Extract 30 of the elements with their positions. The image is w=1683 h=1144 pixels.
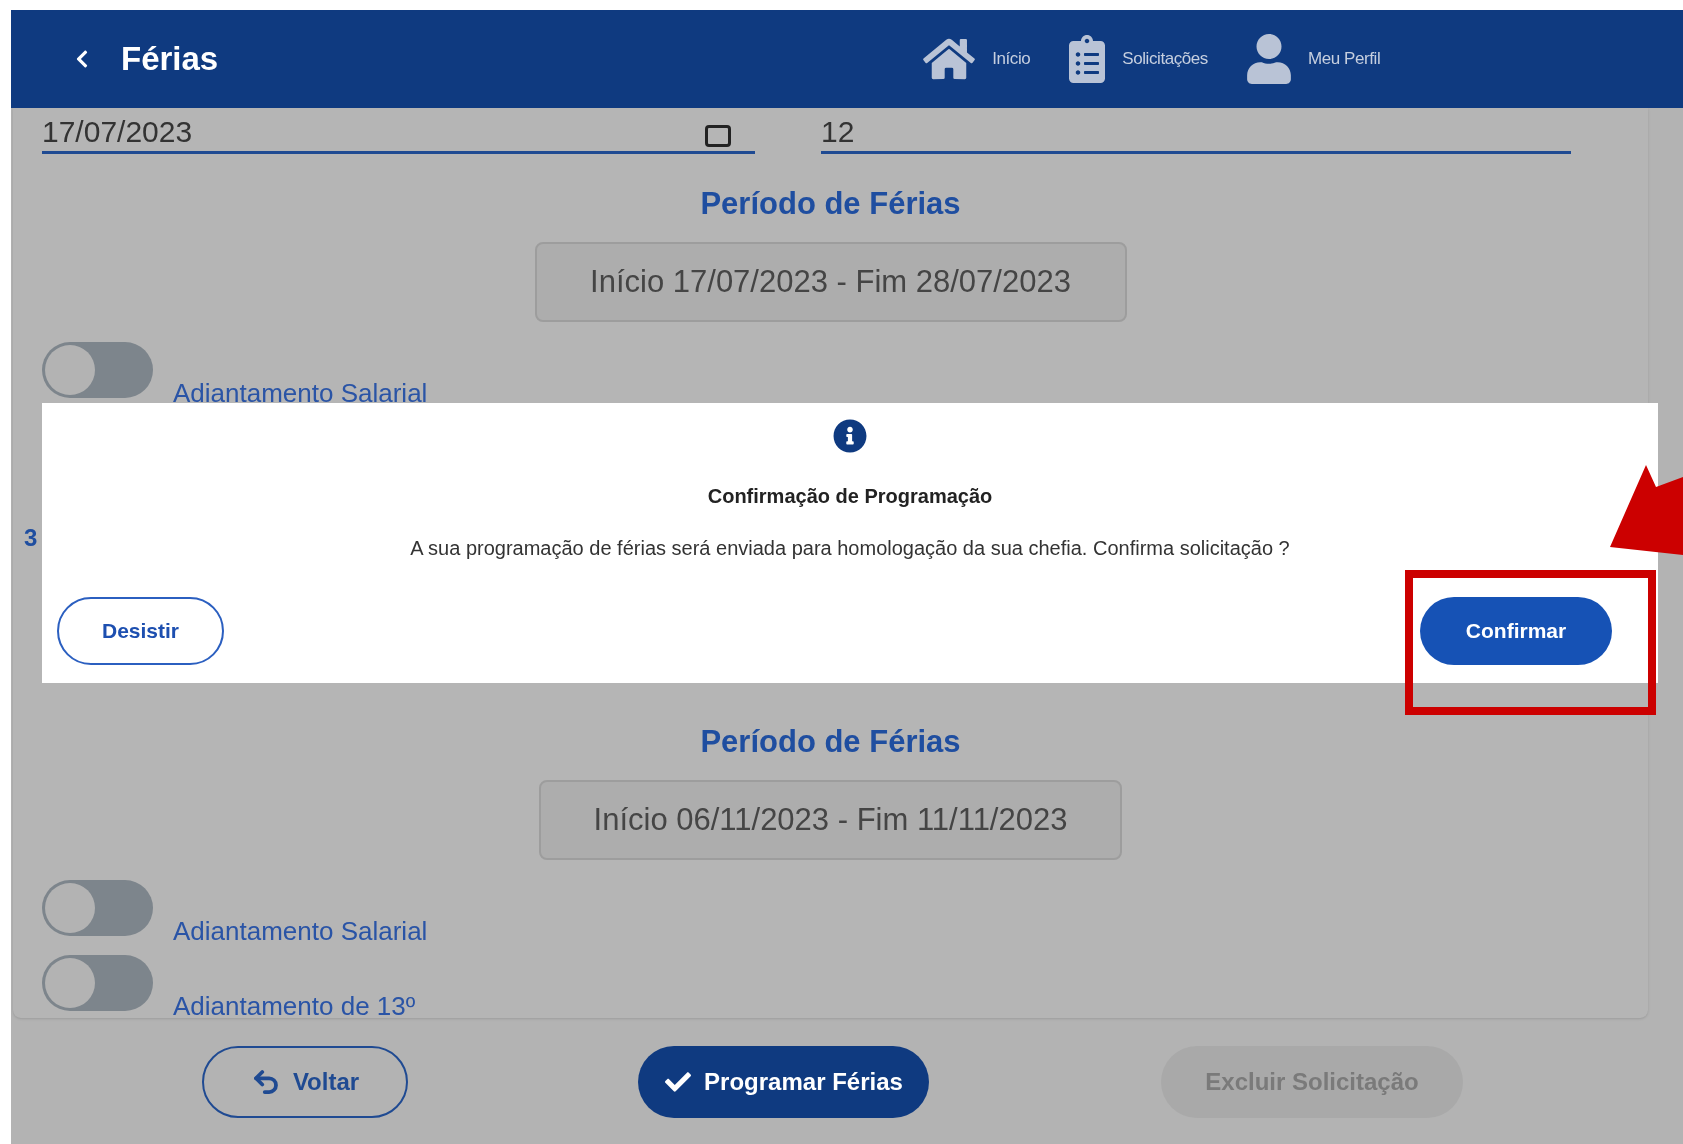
toggle-label: Adiantamento Salarial bbox=[173, 918, 428, 948]
action-button[interactable]: Voltar bbox=[202, 1046, 408, 1118]
dialog-title: Confirmação de Programação bbox=[707, 484, 993, 509]
nav-link[interactable]: Início bbox=[992, 46, 1031, 72]
period-box: Início 17/07/2023 - Fim 28/07/2023 bbox=[534, 242, 1127, 322]
nav-link[interactable]: Meu Perfil bbox=[1307, 46, 1381, 72]
confirm-button[interactable]: Confirmar bbox=[1420, 597, 1612, 665]
toggle-label: Adiantamento de 13º bbox=[173, 993, 416, 1023]
section-heading: Período de Férias bbox=[700, 185, 961, 223]
cancel-button[interactable]: Desistir bbox=[57, 597, 224, 665]
info-icon bbox=[833, 419, 867, 453]
dialog-message: A sua programação de férias será enviada para homologação da sua chefia. Confirma solicitação ? bbox=[410, 536, 1290, 561]
toggle-switch[interactable] bbox=[42, 955, 153, 1011]
toggle-label: Adiantamento Salarial bbox=[173, 380, 428, 410]
back-icon[interactable] bbox=[75, 49, 89, 69]
clipboard-icon bbox=[1068, 35, 1107, 83]
toggle-switch[interactable] bbox=[42, 342, 153, 398]
nav-link[interactable]: Solicitações bbox=[1122, 46, 1208, 72]
user-icon bbox=[1245, 34, 1292, 84]
calendar-icon[interactable] bbox=[705, 125, 731, 147]
section-label: 3 bbox=[24, 523, 38, 553]
toggle-switch[interactable] bbox=[42, 880, 153, 936]
input-field[interactable]: 17/07/2023 bbox=[42, 108, 755, 154]
page-title: Férias bbox=[121, 39, 219, 80]
home-icon bbox=[922, 36, 977, 82]
section-heading: Período de Férias bbox=[700, 723, 961, 761]
period-box: Início 06/11/2023 - Fim 11/11/2023 bbox=[539, 780, 1122, 860]
input-field[interactable]: 12 bbox=[821, 108, 1571, 154]
check-icon bbox=[664, 1069, 693, 1095]
action-button[interactable]: Programar Férias bbox=[638, 1046, 929, 1118]
